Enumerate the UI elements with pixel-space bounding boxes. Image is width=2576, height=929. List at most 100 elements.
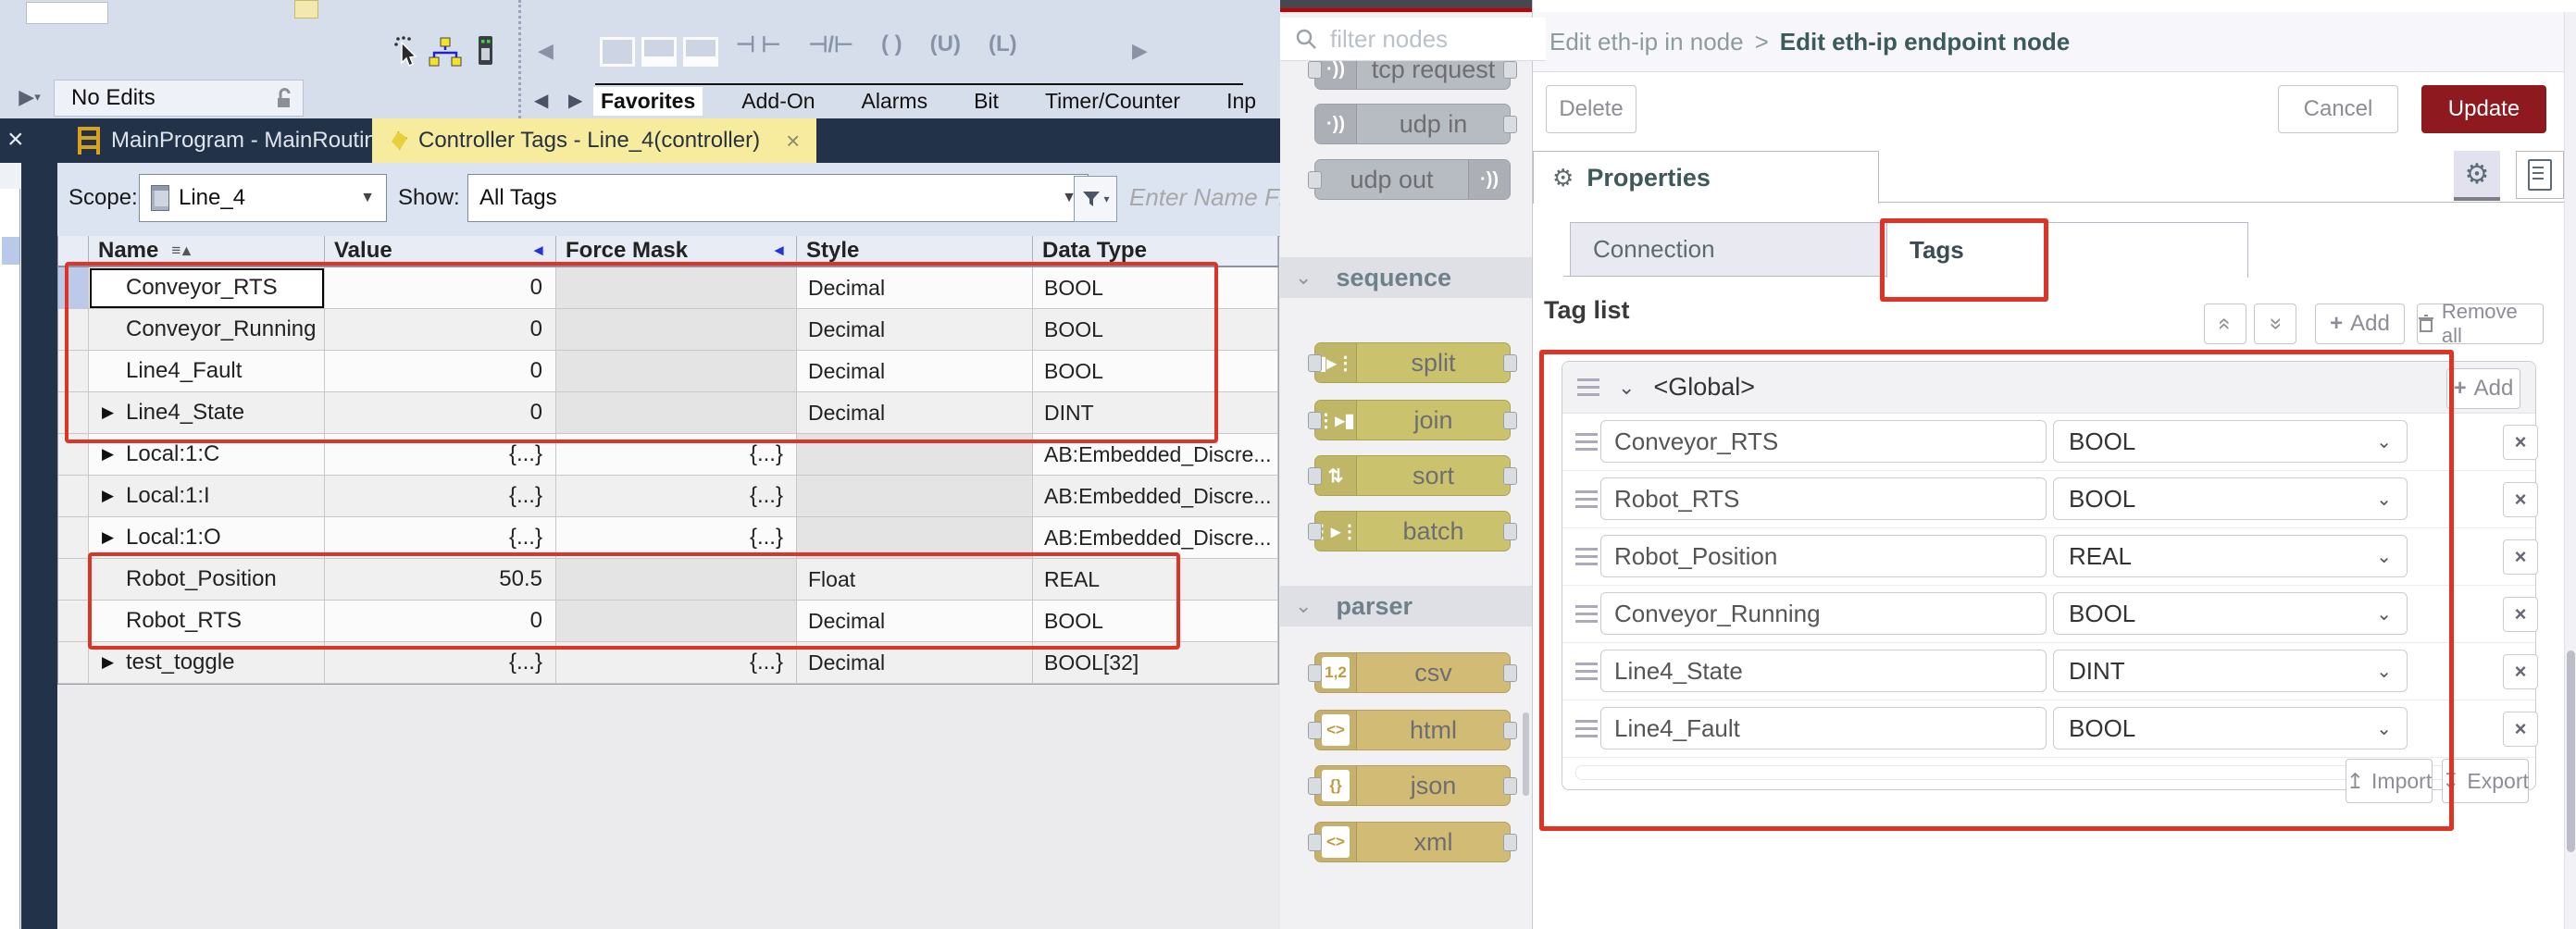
- force-mask-cell[interactable]: [556, 351, 797, 392]
- tag-type-select[interactable]: BOOL ⌄: [2053, 592, 2408, 635]
- palette-category-parser[interactable]: ⌄ parser: [1280, 586, 1546, 626]
- tag-value-cell[interactable]: 0: [325, 392, 556, 434]
- force-mask-cell[interactable]: [556, 392, 797, 434]
- row-selector-cell[interactable]: [58, 476, 89, 517]
- data-type-cell[interactable]: BOOL: [1033, 601, 1278, 642]
- row-selector-cell[interactable]: [58, 309, 89, 351]
- select-tool-icon[interactable]: [392, 35, 418, 68]
- row-selector-cell[interactable]: [58, 642, 89, 684]
- style-cell[interactable]: Decimal: [797, 267, 1033, 309]
- table-row[interactable]: Robot_Position 50.5 Float REAL: [58, 559, 1278, 601]
- drag-handle-icon[interactable]: [1575, 663, 1598, 680]
- scope-select[interactable]: Line_4 ▼: [139, 174, 387, 222]
- group-add-button[interactable]: +Add: [2446, 368, 2520, 409]
- add-tag-button[interactable]: +Add: [2315, 303, 2405, 344]
- drag-handle-icon[interactable]: [1575, 433, 1598, 451]
- palette-node-split[interactable]: ▮▸⋮ split: [1314, 342, 1511, 383]
- palette-node-csv[interactable]: 1,2 csv: [1314, 652, 1511, 693]
- tag-value-cell[interactable]: {...}: [325, 642, 556, 684]
- selected-tree-item[interactable]: [2, 237, 19, 265]
- table-row[interactable]: ▶ Local:1:I {...} {...} AB:Embedded_Disc…: [58, 476, 1278, 517]
- row-selector-cell[interactable]: [58, 392, 89, 434]
- tag-value-cell[interactable]: 0: [325, 351, 556, 392]
- force-mask-cell[interactable]: {...}: [556, 434, 797, 476]
- palette-node-udp-out[interactable]: ·)) udp out: [1314, 159, 1511, 200]
- rung-branch-level-icon[interactable]: [683, 37, 726, 71]
- drag-handle-icon[interactable]: [1575, 548, 1598, 565]
- tag-name-cell[interactable]: ▶ Local:1:O: [89, 517, 325, 559]
- tag-name-input[interactable]: [1600, 477, 2047, 520]
- tag-type-select[interactable]: DINT ⌄: [2053, 650, 2408, 692]
- palette-node-json[interactable]: {} json: [1314, 765, 1511, 806]
- row-selector-cell[interactable]: [58, 517, 89, 559]
- rung-icon[interactable]: [600, 37, 642, 71]
- edits-status-field[interactable]: No Edits: [54, 80, 304, 117]
- breadcrumb-parent[interactable]: Edit eth-ip in node: [1549, 28, 1744, 56]
- tag-value-cell[interactable]: {...}: [325, 434, 556, 476]
- force-mask-cell[interactable]: {...}: [556, 476, 797, 517]
- tab-properties[interactable]: ⚙ Properties: [1533, 151, 1879, 204]
- close-pane-icon[interactable]: ×: [7, 124, 24, 155]
- tab-tags[interactable]: Tags: [1886, 222, 2248, 278]
- palette-category-sequence[interactable]: ⌄ sequence: [1280, 257, 1546, 298]
- palette-scrollbar-thumb[interactable]: [1523, 712, 1529, 796]
- tag-name-cell[interactable]: Robot_Position: [89, 559, 325, 601]
- tag-value-cell[interactable]: 50.5: [325, 559, 556, 601]
- force-mask-cell[interactable]: [556, 309, 797, 351]
- show-select[interactable]: All Tags ▼: [467, 174, 1089, 222]
- palette-node-sort[interactable]: ⇅ sort: [1314, 455, 1511, 496]
- instruction-tab[interactable]: Add-On: [734, 87, 822, 116]
- update-button[interactable]: Update: [2421, 85, 2546, 133]
- tag-value-cell[interactable]: {...}: [325, 517, 556, 559]
- row-selector-cell[interactable]: [58, 601, 89, 642]
- tag-name-input[interactable]: [1600, 707, 2047, 749]
- tag-name-cell[interactable]: ▶ Line4_State: [89, 392, 325, 434]
- tag-name-input[interactable]: [1600, 592, 2047, 635]
- tray-scrollbar[interactable]: [2564, 12, 2576, 929]
- data-type-cell[interactable]: BOOL: [1033, 267, 1278, 309]
- column-header-force-mask[interactable]: Force Mask ◄: [556, 236, 797, 266]
- column-header-style[interactable]: Style: [797, 236, 1033, 266]
- instruction-tab[interactable]: Alarms: [854, 87, 936, 116]
- row-selector-cell[interactable]: [58, 351, 89, 392]
- close-tab-icon[interactable]: ×: [786, 127, 800, 155]
- data-type-cell[interactable]: DINT: [1033, 392, 1278, 434]
- style-cell[interactable]: [797, 476, 1033, 517]
- data-type-cell[interactable]: AB:Embedded_Discre...: [1033, 517, 1278, 559]
- tag-name-cell[interactable]: Conveyor_RTS: [89, 267, 325, 309]
- row-selector-cell[interactable]: [58, 267, 89, 309]
- table-row[interactable]: ▶ Local:1:C {...} {...} AB:Embedded_Disc…: [58, 434, 1278, 476]
- drag-handle-icon[interactable]: [1577, 378, 1599, 396]
- expand-caret-icon[interactable]: ▶: [102, 528, 126, 547]
- style-cell[interactable]: Float: [797, 559, 1033, 601]
- drag-handle-icon[interactable]: [1575, 490, 1598, 508]
- palette-node-xml[interactable]: <> xml: [1314, 822, 1511, 862]
- table-row[interactable]: ▶ Local:1:O {...} {...} AB:Embedded_Disc…: [58, 517, 1278, 559]
- expand-caret-icon[interactable]: ▶: [102, 487, 126, 505]
- tag-name-cell[interactable]: Robot_RTS: [89, 601, 325, 642]
- remove-tag-button[interactable]: ×: [2503, 597, 2538, 632]
- palette-node-udp-in[interactable]: ·)) udp in: [1314, 104, 1511, 144]
- instruction-icon[interactable]: ( ): [881, 31, 902, 58]
- instruction-icon[interactable]: (L): [989, 31, 1017, 58]
- data-type-cell[interactable]: AB:Embedded_Discre...: [1033, 434, 1278, 476]
- remove-tag-button[interactable]: ×: [2503, 482, 2538, 517]
- force-mask-cell[interactable]: {...}: [556, 517, 797, 559]
- tag-name-cell[interactable]: ▶ test_toggle: [89, 642, 325, 684]
- palette-node-html[interactable]: <> html: [1314, 710, 1511, 750]
- drag-handle-icon[interactable]: [1575, 720, 1598, 737]
- tag-value-cell[interactable]: {...}: [325, 476, 556, 517]
- remove-tag-button[interactable]: ×: [2503, 654, 2538, 689]
- tag-type-select[interactable]: BOOL ⌄: [2053, 707, 2408, 749]
- instruction-tab[interactable]: Bit: [966, 87, 1006, 116]
- drag-handle-icon[interactable]: [1575, 605, 1598, 623]
- import-button[interactable]: ↥Import: [2346, 759, 2433, 803]
- force-mask-cell[interactable]: {...}: [556, 642, 797, 684]
- expand-caret-icon[interactable]: ▶: [102, 445, 126, 464]
- force-mask-cell[interactable]: [556, 267, 797, 309]
- palette-forward-icon[interactable]: ▶: [1132, 39, 1148, 63]
- tray-scrollbar-thumb[interactable]: [2567, 650, 2575, 852]
- column-header-value[interactable]: Value ◄: [325, 236, 556, 266]
- instruction-tab[interactable]: Timer/Counter: [1038, 87, 1188, 116]
- table-row[interactable]: Conveyor_RTS 0 Decimal BOOL: [58, 267, 1278, 309]
